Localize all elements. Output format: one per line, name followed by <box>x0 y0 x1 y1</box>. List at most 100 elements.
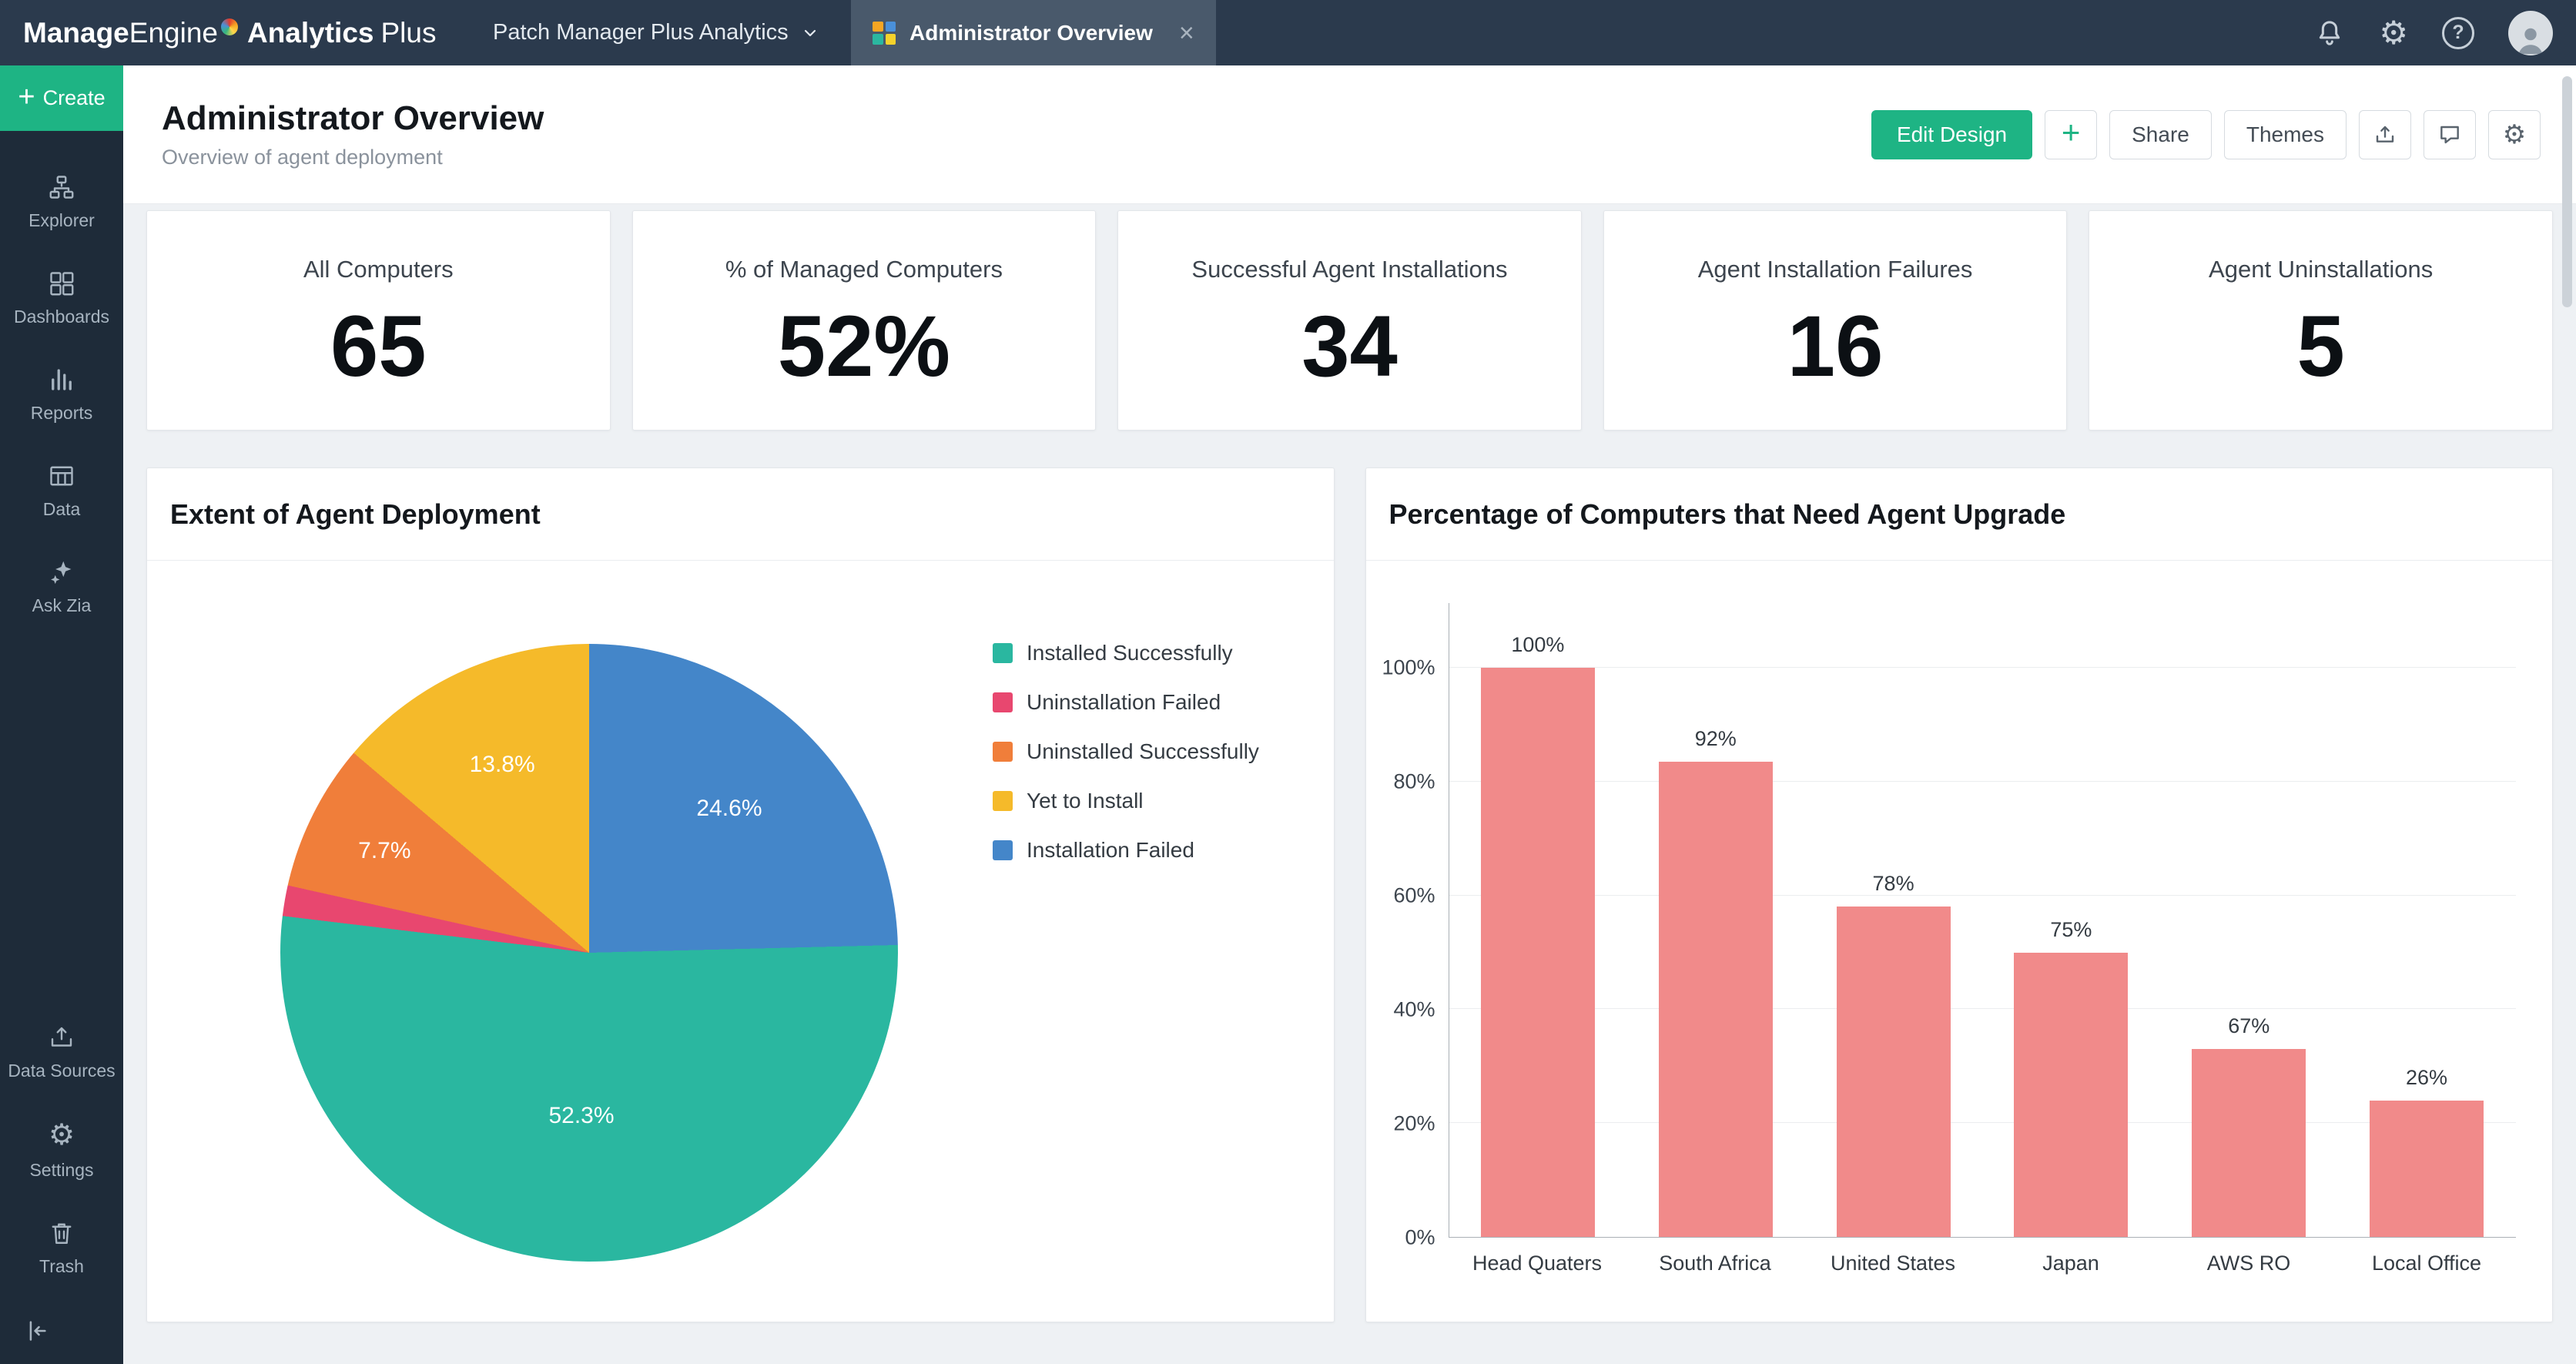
collapse-sidebar-icon <box>23 1318 123 1344</box>
manageengine-logo-icon <box>221 18 238 35</box>
bar[interactable] <box>2014 953 2128 1238</box>
legend-item[interactable]: Yet to Install <box>993 789 1259 813</box>
sidebar-item-trash[interactable]: Trash <box>0 1200 123 1296</box>
dashboard-content: All Computers 65 % of Managed Computers … <box>123 204 2576 1364</box>
close-tab-icon[interactable]: × <box>1179 20 1194 46</box>
legend-label: Installed Successfully <box>1027 641 1233 665</box>
kpi-value: 65 <box>147 303 610 390</box>
pie-slice-label: 7.7% <box>358 838 410 864</box>
export-button[interactable] <box>2359 110 2411 159</box>
sidebar-item-label: Data <box>43 499 81 520</box>
dashboard-settings-button[interactable]: ⚙ <box>2488 110 2541 159</box>
legend-item[interactable]: Uninstalled Successfully <box>993 739 1259 764</box>
tab-administrator-overview[interactable]: Administrator Overview × <box>851 0 1216 65</box>
pie-chart-panel: Extent of Agent Deployment 24.6%52.3%7.7… <box>146 468 1335 1322</box>
sidebar-item-explorer[interactable]: Explorer <box>0 154 123 250</box>
bar-chart-body: 0% 20% 40% 60% 80% 100% <box>1366 561 2553 1322</box>
comments-button[interactable] <box>2424 110 2476 159</box>
kpi-card-managed-computers[interactable]: % of Managed Computers 52% <box>632 210 1097 431</box>
sidebar-item-label: Settings <box>29 1160 93 1181</box>
chevron-down-icon <box>801 24 819 42</box>
legend-swatch <box>993 791 1013 811</box>
legend-item[interactable]: Installed Successfully <box>993 641 1259 665</box>
sidebar-item-ask-zia[interactable]: Ask Zia <box>0 539 123 635</box>
edit-design-button[interactable]: Edit Design <box>1871 110 2032 159</box>
sidebar: + Create Explorer Dashboards <box>0 65 123 1364</box>
bar-column: 67% <box>2160 668 2338 1237</box>
brand-logo[interactable]: ManageEngine AnalyticsPlus <box>0 17 436 49</box>
sidebar-top-group: Explorer Dashboards Reports <box>0 131 123 635</box>
export-icon <box>2373 122 2397 147</box>
kpi-card-uninstallations[interactable]: Agent Uninstallations 5 <box>2089 210 2553 431</box>
settings-gear-icon: ⚙ <box>49 1120 75 1151</box>
sidebar-item-reports[interactable]: Reports <box>0 347 123 443</box>
bar-column: 78% <box>1804 668 1982 1237</box>
y-tick: 60% <box>1393 884 1435 908</box>
create-button[interactable]: + Create <box>0 65 123 131</box>
data-sources-icon <box>48 1024 75 1051</box>
bar-value-label: 67% <box>2228 1014 2269 1038</box>
page-title: Administrator Overview <box>162 99 544 138</box>
bar-value-label: 26% <box>2406 1066 2447 1090</box>
plus-icon: + <box>2062 116 2081 149</box>
y-tick: 0% <box>1405 1226 1435 1250</box>
bar-chart-x-labels: Head Quaters South Africa United States … <box>1449 1252 2516 1275</box>
notifications-bell-icon[interactable] <box>2314 18 2345 49</box>
legend-label: Uninstallation Failed <box>1027 690 1221 715</box>
kpi-value: 16 <box>1604 303 2067 390</box>
settings-gear-icon[interactable]: ⚙ <box>2379 17 2408 49</box>
kpi-card-installation-failures[interactable]: Agent Installation Failures 16 <box>1603 210 2068 431</box>
bar-column: 75% <box>1982 668 2160 1237</box>
brand-engine: Engine <box>129 17 218 49</box>
kpi-label: Agent Uninstallations <box>2089 256 2552 283</box>
tab-label: Administrator Overview <box>909 21 1153 45</box>
share-button[interactable]: Share <box>2109 110 2212 159</box>
legend-swatch <box>993 643 1013 663</box>
legend-item[interactable]: Uninstallation Failed <box>993 690 1259 715</box>
bar[interactable] <box>1481 668 1595 1237</box>
help-icon[interactable]: ? <box>2442 17 2474 49</box>
legend-item[interactable]: Installation Failed <box>993 838 1259 863</box>
kpi-value: 52% <box>633 303 1096 390</box>
x-label: Head Quaters <box>1449 1252 1626 1275</box>
sidebar-item-data[interactable]: Data <box>0 443 123 539</box>
bar-chart-panel: Percentage of Computers that Need Agent … <box>1365 468 2554 1322</box>
scrollbar-thumb[interactable] <box>2562 76 2572 307</box>
bar-chart-title: Percentage of Computers that Need Agent … <box>1389 498 2066 531</box>
add-widget-button[interactable]: + <box>2045 110 2097 159</box>
kpi-value: 5 <box>2089 303 2552 390</box>
sidebar-item-settings[interactable]: ⚙ Settings <box>0 1101 123 1200</box>
user-avatar[interactable] <box>2508 11 2553 55</box>
dashboard-tab-icon <box>873 22 896 45</box>
legend-label: Yet to Install <box>1027 789 1144 813</box>
sidebar-item-data-sources[interactable]: Data Sources <box>0 1004 123 1101</box>
bar[interactable] <box>2370 1101 2484 1237</box>
sidebar-item-dashboards[interactable]: Dashboards <box>0 250 123 347</box>
page-actions: Edit Design + Share Themes ⚙ <box>1871 110 2541 159</box>
pie-chart[interactable]: 24.6%52.3%7.7%13.8% <box>280 644 898 1262</box>
bar[interactable] <box>2192 1049 2306 1237</box>
bar[interactable] <box>1837 907 1951 1237</box>
dashboards-icon <box>48 270 75 297</box>
bar-value-label: 78% <box>1873 872 1914 896</box>
workspace-dropdown[interactable]: Patch Manager Plus Analytics <box>493 0 819 65</box>
kpi-label: % of Managed Computers <box>633 256 1096 283</box>
brand-manage: Manage <box>23 17 129 49</box>
kpi-card-all-computers[interactable]: All Computers 65 <box>146 210 611 431</box>
x-label: Local Office <box>2338 1252 2516 1275</box>
kpi-card-successful-installations[interactable]: Successful Agent Installations 34 <box>1117 210 1582 431</box>
collapse-sidebar-button[interactable] <box>0 1296 123 1364</box>
person-icon <box>2513 22 2548 55</box>
trash-icon <box>48 1219 75 1247</box>
y-tick: 100% <box>1382 656 1435 680</box>
themes-button[interactable]: Themes <box>2224 110 2347 159</box>
charts-row: Extent of Agent Deployment 24.6%52.3%7.7… <box>146 468 2553 1322</box>
x-label: United States <box>1804 1252 1982 1275</box>
bar[interactable] <box>1659 762 1773 1237</box>
kpi-label: Successful Agent Installations <box>1118 256 1581 283</box>
pie-slice-label: 52.3% <box>548 1103 614 1129</box>
sidebar-item-label: Reports <box>31 403 93 424</box>
sidebar-item-label: Data Sources <box>8 1061 115 1081</box>
bar-chart-y-axis: 0% 20% 40% 60% 80% 100% <box>1366 668 1435 1238</box>
comment-icon <box>2437 122 2462 147</box>
